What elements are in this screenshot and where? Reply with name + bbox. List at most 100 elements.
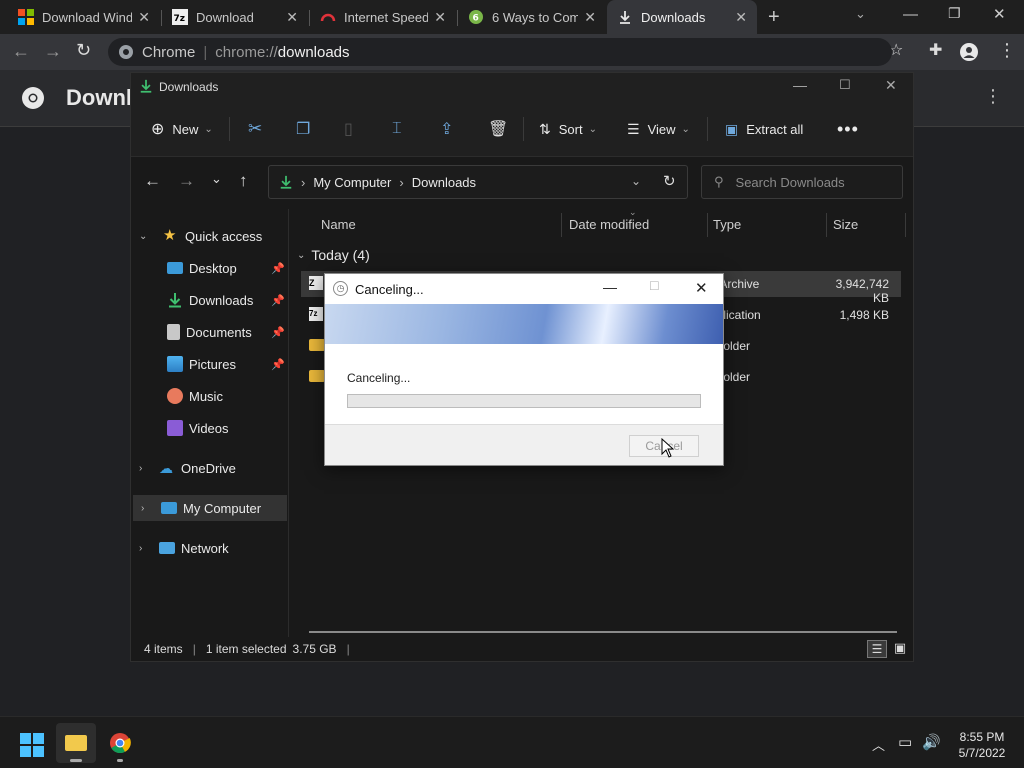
pictures-icon — [167, 356, 183, 372]
dialog-message: Canceling... — [347, 371, 411, 385]
explorer-title-bar: Downloads — ☐ ✕ — [131, 73, 913, 101]
share-icon[interactable]: ⇪ — [440, 101, 453, 157]
expand-chevron-icon: › — [139, 462, 143, 474]
explorer-maximize-icon[interactable]: ☐ — [839, 77, 851, 93]
page-menu-icon[interactable]: ⋮ — [984, 86, 1002, 107]
breadcrumb-my-computer[interactable]: My Computer — [313, 175, 391, 190]
rename-icon[interactable]: ⌶ — [392, 101, 402, 157]
copy-icon[interactable]: ❐ — [296, 101, 310, 157]
volume-icon[interactable]: 🔊 — [922, 733, 941, 751]
nav-my-computer[interactable]: › My Computer — [133, 495, 287, 521]
dialog-close-icon[interactable]: ✕ — [695, 279, 708, 297]
view-button[interactable]: ☰ View ⌄ — [627, 101, 690, 157]
nav-forward-icon[interactable]: → — [178, 171, 195, 191]
taskbar-file-explorer[interactable] — [56, 723, 96, 763]
videos-icon — [167, 420, 183, 436]
tab-download-windows[interactable]: Download Windows 11 ✕ — [8, 0, 160, 34]
column-type[interactable]: Type — [713, 217, 741, 232]
minimize-icon[interactable]: — — [903, 6, 918, 23]
details-view-icon[interactable]: ☰ — [867, 640, 887, 658]
tab-internet-speed[interactable]: Internet Speed ✕ — [310, 0, 456, 34]
tray-overflow-icon[interactable]: ︿ — [872, 735, 885, 754]
dialog-minimize-icon[interactable]: — — [603, 279, 617, 295]
forward-icon[interactable]: → — [44, 41, 62, 62]
reload-icon[interactable]: ↻ — [76, 40, 91, 61]
explorer-minimize-icon[interactable]: — — [793, 77, 807, 93]
page-title: Downloads — [66, 85, 130, 110]
search-icon: ⚲ — [714, 174, 724, 189]
back-icon[interactable]: ← — [12, 41, 30, 62]
nav-label: Downloads — [189, 292, 254, 308]
group-header-today[interactable]: ⌄ Today (4) — [297, 247, 370, 263]
omnibox[interactable]: Chrome | chrome://downloads — [108, 38, 892, 66]
dialog-title: Canceling... — [355, 281, 424, 297]
restore-icon[interactable]: ❐ — [948, 5, 961, 22]
nav-downloads[interactable]: Downloads 📌 — [131, 287, 287, 313]
search-input[interactable]: ⚲ Search Downloads — [701, 165, 903, 199]
sort-button[interactable]: ⇅ Sort ⌄ — [539, 101, 597, 157]
tab-close-icon[interactable]: ✕ — [434, 9, 446, 26]
running-indicator — [117, 759, 123, 762]
horizontal-scrollbar[interactable] — [309, 631, 897, 633]
refresh-icon[interactable]: ↻ — [663, 172, 676, 190]
nav-pictures[interactable]: Pictures 📌 — [131, 351, 287, 377]
close-window-icon[interactable]: ✕ — [993, 5, 1006, 23]
new-tab-icon[interactable]: + — [768, 6, 780, 29]
new-button[interactable]: ⊕ New ⌄ — [151, 101, 213, 157]
nav-onedrive[interactable]: › ☁ OneDrive — [131, 455, 287, 481]
paste-icon[interactable]: ▯ — [344, 101, 353, 157]
column-name[interactable]: Name — [321, 217, 356, 232]
extract-all-button[interactable]: ▣ Extract all — [725, 101, 803, 157]
pin-icon: 📌 — [271, 262, 285, 275]
column-date-modified[interactable]: Date modified — [569, 217, 649, 232]
status-item-count: 4 items — [144, 642, 183, 656]
tab-downloads[interactable]: Downloads ✕ — [607, 0, 757, 34]
nav-quick-access[interactable]: ⌄ ★ Quick access — [131, 223, 287, 249]
column-size[interactable]: Size — [833, 217, 858, 232]
recent-locations-icon[interactable]: ⌄ — [211, 171, 222, 187]
tab-download[interactable]: 7z Download ✕ — [162, 0, 308, 34]
start-button-icon[interactable] — [20, 733, 44, 757]
nav-documents[interactable]: Documents 📌 — [131, 319, 287, 345]
url-prefix: chrome:// — [215, 43, 278, 61]
nav-label: Network — [181, 540, 229, 556]
nav-back-icon[interactable]: ← — [144, 171, 161, 191]
dialog-body: Canceling... — [325, 344, 723, 424]
address-dropdown-icon[interactable]: ⌄ — [631, 174, 641, 188]
profile-icon[interactable] — [960, 43, 978, 61]
menu-kebab-icon[interactable]: ⋮ — [998, 40, 1016, 61]
clock[interactable]: 8:55 PM 5/7/2022 — [950, 729, 1014, 761]
address-box[interactable]: › My Computer › Downloads ⌄ ↻ — [268, 165, 688, 199]
tab-close-icon[interactable]: ✕ — [584, 9, 596, 26]
breadcrumb-downloads[interactable]: Downloads — [412, 175, 476, 190]
nav-label: Music — [189, 388, 223, 404]
nav-music[interactable]: Music — [131, 383, 287, 409]
site-favicon-icon: 6 — [469, 10, 483, 24]
nav-label: Quick access — [185, 228, 263, 244]
dialog-title-bar: ◷ Canceling... — ☐ ✕ — [325, 274, 723, 304]
file-explorer-icon — [65, 735, 87, 751]
tab-close-icon[interactable]: ✕ — [138, 9, 150, 26]
nav-videos[interactable]: Videos — [131, 415, 287, 441]
tab-close-icon[interactable]: ✕ — [286, 9, 298, 26]
pin-icon: 📌 — [271, 294, 285, 307]
nav-up-icon[interactable]: ↑ — [239, 171, 248, 191]
speedtest-icon — [320, 13, 336, 22]
more-options-icon[interactable]: ••• — [837, 101, 859, 157]
documents-icon — [167, 324, 180, 340]
delete-icon[interactable]: 🗑 — [488, 101, 508, 157]
tab-6-ways[interactable]: 6 6 Ways to Compress ✕ — [458, 0, 606, 34]
explorer-close-icon[interactable]: ✕ — [885, 77, 897, 94]
tab-search-chevron-icon[interactable]: ⌄ — [855, 6, 866, 22]
extensions-icon[interactable]: ✚ — [929, 40, 942, 60]
network-tray-icon[interactable]: ▭ — [898, 733, 912, 751]
tiles-view-icon[interactable]: ▣ — [891, 640, 909, 658]
site-label: Chrome — [142, 43, 196, 61]
tab-close-icon[interactable]: ✕ — [735, 9, 747, 26]
nav-desktop[interactable]: Desktop 📌 — [131, 255, 287, 281]
cut-icon[interactable]: ✂ — [248, 101, 262, 157]
progress-bar — [347, 394, 701, 408]
downloads-location-icon — [280, 175, 292, 189]
nav-network[interactable]: › Network — [131, 535, 287, 561]
taskbar-chrome[interactable] — [100, 723, 140, 763]
